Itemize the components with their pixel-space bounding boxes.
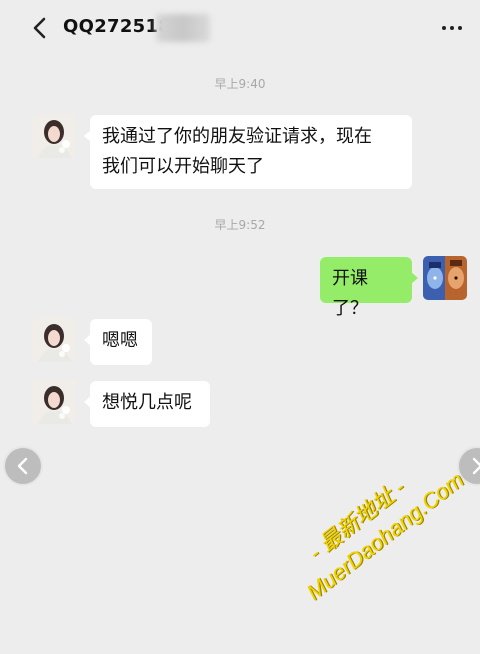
- my-avatar[interactable]: [423, 256, 467, 300]
- title-redaction: [156, 14, 210, 42]
- incoming-message-bubble[interactable]: 我通过了你的朋友验证请求，现在 我们可以开始聊天了: [84, 115, 412, 189]
- incoming-message-bubble[interactable]: 嗯嗯: [84, 319, 152, 365]
- previous-image-button[interactable]: [3, 446, 43, 486]
- message-text: 想悦几点呢: [102, 392, 192, 413]
- message-text: 我们可以开始聊天了: [102, 156, 264, 177]
- chevron-left-icon: [33, 17, 46, 39]
- watermark: - 最新地址 - MuerDaohang.Com: [282, 442, 470, 607]
- message-timestamp: 早上9:52: [214, 218, 266, 232]
- chat-header: QQ272518: [0, 0, 480, 56]
- outgoing-message-bubble[interactable]: 开课了？: [320, 257, 418, 319]
- more-options-button[interactable]: [436, 16, 468, 40]
- chevron-left-icon: [17, 457, 28, 475]
- message-timestamp: 早上9:40: [214, 77, 266, 91]
- chat-title: QQ272518: [63, 16, 172, 37]
- message-text: 开课了？: [332, 268, 368, 319]
- contact-avatar[interactable]: [32, 380, 76, 424]
- more-dots-icon: [442, 26, 446, 30]
- chevron-right-icon: [472, 457, 480, 475]
- message-text: 嗯嗯: [102, 330, 138, 351]
- contact-avatar[interactable]: [32, 114, 76, 158]
- incoming-message-bubble[interactable]: 想悦几点呢: [84, 381, 210, 427]
- back-button[interactable]: [26, 14, 54, 42]
- message-text: 我通过了你的朋友验证请求，现在: [102, 126, 372, 147]
- contact-avatar[interactable]: [32, 318, 76, 362]
